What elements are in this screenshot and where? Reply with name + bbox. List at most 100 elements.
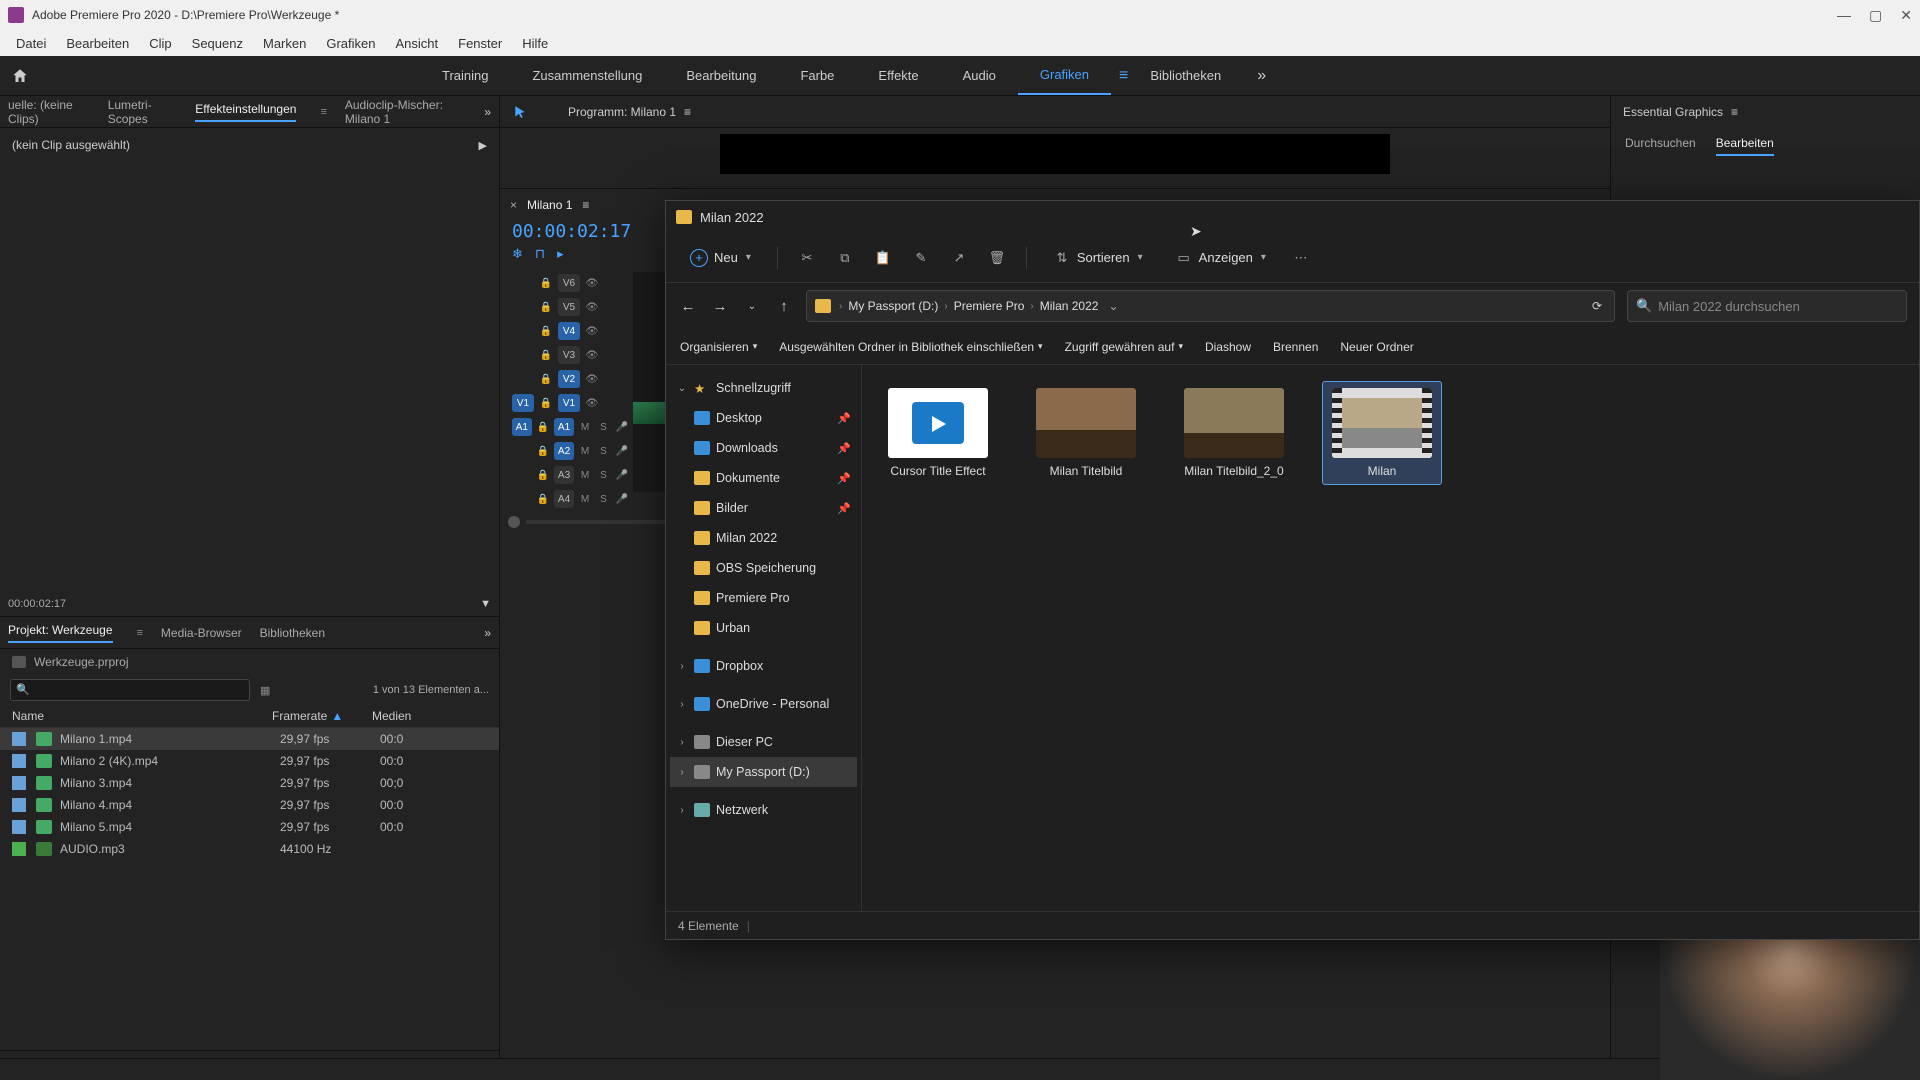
track-target[interactable]: V2 — [558, 370, 580, 388]
project-search-input[interactable] — [10, 679, 250, 701]
tab-project[interactable]: Projekt: Werkzeuge — [8, 623, 113, 643]
lock-icon[interactable]: 🔒 — [536, 470, 550, 481]
close-sequence-icon[interactable]: × — [510, 198, 517, 212]
forward-button[interactable]: → — [710, 298, 730, 315]
back-button[interactable]: ← — [678, 298, 698, 315]
home-button[interactable] — [0, 67, 40, 85]
file-item[interactable]: Milan Titelbild_2_0 — [1174, 381, 1294, 485]
recent-dropdown[interactable]: ⌄ — [742, 301, 762, 312]
menu-graphics[interactable]: Grafiken — [316, 36, 385, 51]
tab-libraries[interactable]: Bibliotheken — [260, 626, 325, 640]
up-button[interactable]: ↑ — [774, 298, 794, 315]
tabs-overflow-icon[interactable]: » — [484, 105, 491, 119]
source-patch[interactable]: V1 — [512, 394, 534, 412]
toggle-output-icon[interactable]: 👁 — [584, 326, 600, 337]
rename-icon[interactable]: ✎ — [912, 249, 930, 267]
copy-icon[interactable]: ⧉ — [836, 249, 854, 267]
nav-pictures[interactable]: Bilder📌 — [670, 493, 857, 523]
workspace-assembly[interactable]: Zusammenstellung — [510, 56, 664, 95]
nav-onedrive[interactable]: ›OneDrive - Personal — [670, 689, 857, 719]
breadcrumb-item[interactable]: My Passport (D:) — [848, 299, 938, 313]
explorer-file-pane[interactable]: Cursor Title Effect Milan Titelbild Mila… — [862, 365, 1919, 911]
workspace-overflow-icon[interactable]: » — [1257, 67, 1266, 85]
menu-clip[interactable]: Clip — [139, 36, 181, 51]
menu-help[interactable]: Hilfe — [512, 36, 558, 51]
lock-icon[interactable]: 🔒 — [538, 302, 554, 313]
more-icon[interactable]: ⋯ — [1292, 249, 1310, 267]
tab-effect-controls[interactable]: Effekteinstellungen — [195, 102, 296, 122]
nav-desktop[interactable]: Desktop📌 — [670, 403, 857, 433]
refresh-icon[interactable]: ⟳ — [1588, 299, 1606, 313]
tab-source[interactable]: uelle: (keine Clips) — [8, 98, 90, 126]
slideshow-button[interactable]: Diashow — [1205, 340, 1251, 354]
scroll-knob-left[interactable] — [508, 516, 520, 528]
lock-icon[interactable]: 🔒 — [536, 422, 550, 433]
nav-network[interactable]: ›Netzwerk — [670, 795, 857, 825]
source-patch[interactable]: A1 — [512, 418, 532, 436]
nav-urban[interactable]: Urban — [670, 613, 857, 643]
view-button[interactable]: ▭ Anzeigen ▾ — [1169, 245, 1272, 271]
burn-button[interactable]: Brennen — [1273, 340, 1318, 354]
explorer-search[interactable]: 🔍 Milan 2022 durchsuchen — [1627, 290, 1907, 322]
nav-documents[interactable]: Dokumente📌 — [670, 463, 857, 493]
solo-button[interactable]: S — [596, 422, 610, 433]
panel-menu-icon[interactable]: ≡ — [137, 627, 143, 639]
nav-passport[interactable]: ›My Passport (D:) — [670, 757, 857, 787]
mute-button[interactable]: M — [578, 494, 592, 505]
track-target[interactable]: V4 — [558, 322, 580, 340]
minimize-button[interactable]: — — [1837, 7, 1851, 24]
filter-icon[interactable]: ▼ — [480, 598, 491, 610]
video-track-header[interactable]: 🔒V6👁 — [508, 272, 633, 294]
video-track-header[interactable]: V1🔒V1👁 — [508, 392, 633, 414]
track-target[interactable]: V3 — [558, 346, 580, 364]
lock-icon[interactable]: 🔒 — [538, 278, 554, 289]
lock-icon[interactable]: 🔒 — [538, 398, 554, 409]
snap-icon[interactable]: ❄ — [512, 246, 523, 262]
tab-lumetri[interactable]: Lumetri-Scopes — [108, 98, 178, 126]
workspace-menu-icon[interactable]: ≡ — [1119, 67, 1128, 85]
file-item[interactable]: Cursor Title Effect — [878, 381, 998, 485]
track-target[interactable]: V5 — [558, 298, 580, 316]
maximize-button[interactable]: ▢ — [1869, 7, 1882, 24]
solo-button[interactable]: S — [596, 470, 610, 481]
nav-quick-access[interactable]: ⌄★Schnellzugriff — [670, 373, 857, 403]
workspace-audio[interactable]: Audio — [941, 56, 1018, 95]
workspace-effects[interactable]: Effekte — [856, 56, 940, 95]
track-target[interactable]: A1 — [554, 418, 574, 436]
audio-track-header[interactable]: 🔒A2MS🎤 — [508, 440, 633, 462]
tab-audio-mixer[interactable]: Audioclip-Mischer: Milano 1 — [345, 98, 466, 126]
video-track-header[interactable]: 🔒V5👁 — [508, 296, 633, 318]
file-item[interactable]: Milan Titelbild — [1026, 381, 1146, 485]
bin-view-icon[interactable]: ▦ — [260, 684, 270, 697]
workspace-editing[interactable]: Bearbeitung — [664, 56, 778, 95]
col-framerate[interactable]: Framerate▲ — [272, 709, 372, 723]
video-track-header[interactable]: 🔒V3👁 — [508, 344, 633, 366]
marker-icon[interactable]: ▸ — [557, 246, 564, 262]
file-explorer-window[interactable]: Milan 2022 ➤ + Neu ▾ ✂ ⧉ 📋 ✎ ↗ 🗑 ⇅ Sorti… — [665, 200, 1920, 940]
nav-dropbox[interactable]: ›Dropbox — [670, 651, 857, 681]
toggle-output-icon[interactable]: 👁 — [584, 350, 600, 361]
toggle-output-icon[interactable]: 👁 — [584, 398, 600, 409]
track-target[interactable]: A4 — [554, 490, 574, 508]
project-clip-row[interactable]: Milano 4.mp429,97 fps00:0 — [0, 794, 499, 816]
project-clip-row[interactable]: Milano 3.mp429,97 fps00;0 — [0, 772, 499, 794]
linked-selection-icon[interactable]: ⊓ — [535, 246, 545, 262]
tab-media-browser[interactable]: Media-Browser — [161, 626, 242, 640]
nav-obs[interactable]: OBS Speicherung — [670, 553, 857, 583]
panel-menu-icon[interactable]: ≡ — [1731, 105, 1738, 119]
include-menu[interactable]: Ausgewählten Ordner in Bibliothek einsch… — [779, 340, 1042, 354]
breadcrumb[interactable]: › My Passport (D:) › Premiere Pro › Mila… — [806, 290, 1615, 322]
lock-icon[interactable]: 🔒 — [538, 326, 554, 337]
project-clip-row[interactable]: AUDIO.mp344100 Hz — [0, 838, 499, 860]
nav-downloads[interactable]: Downloads📌 — [670, 433, 857, 463]
sequence-tab[interactable]: Milano 1 — [527, 198, 572, 212]
new-folder-button[interactable]: Neuer Ordner — [1340, 340, 1413, 354]
timeline-timecode[interactable]: 00:00:02:17 — [512, 221, 631, 242]
project-clip-row[interactable]: Milano 1.mp429,97 fps00:0 — [0, 728, 499, 750]
file-item[interactable]: Milan — [1322, 381, 1442, 485]
breadcrumb-item[interactable]: Premiere Pro — [954, 299, 1025, 313]
tabs-overflow-icon[interactable]: » — [484, 626, 491, 640]
breadcrumb-item[interactable]: Milan 2022 — [1040, 299, 1099, 313]
mute-button[interactable]: M — [578, 470, 592, 481]
voice-icon[interactable]: 🎤 — [615, 470, 629, 481]
